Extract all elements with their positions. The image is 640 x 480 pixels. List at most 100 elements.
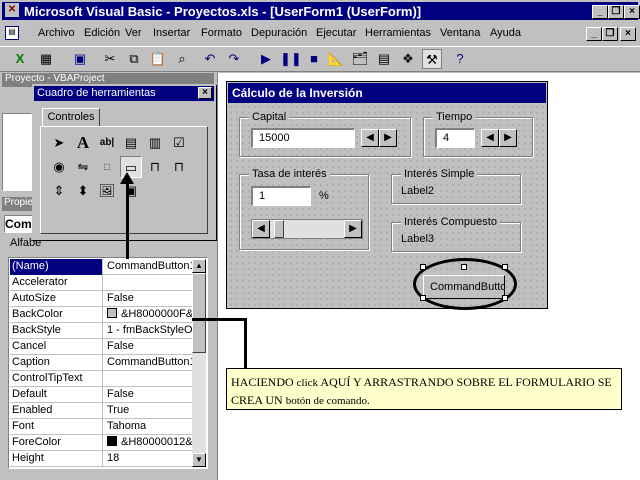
selection-handle[interactable] (502, 295, 508, 301)
menu-herramientas[interactable]: Herramientas (365, 27, 431, 39)
pointer-tool-icon[interactable]: ➤ (48, 132, 70, 154)
menu-depuracion[interactable]: Depuración (251, 27, 307, 39)
stop-icon[interactable]: ■ (304, 49, 324, 69)
image-tool-icon[interactable]: 🖼 (96, 180, 118, 202)
property-value[interactable]: True (105, 403, 192, 419)
menu-ver[interactable]: Ver (125, 27, 142, 39)
textbox-tool-icon[interactable]: ab| (96, 132, 118, 154)
togglebutton-tool-icon[interactable]: ⇋ (72, 156, 94, 178)
project-tree[interactable] (2, 113, 32, 191)
selection-handle[interactable] (420, 264, 426, 270)
excel-icon[interactable]: X (10, 49, 30, 69)
menu-ventana[interactable]: Ventana (440, 27, 480, 39)
property-row[interactable]: ForeColor &H80000012& (10, 435, 192, 451)
menu-formato[interactable]: Formato (201, 27, 242, 39)
property-row[interactable]: Accelerator (10, 275, 192, 291)
property-value[interactable]: Tahoma (105, 419, 192, 435)
app-title-bar: ✕ Microsoft Visual Basic - Proyectos.xls… (0, 0, 640, 22)
optionbutton-tool-icon[interactable]: ◉ (48, 156, 70, 178)
frame-tool-icon[interactable]: ⬚ (96, 156, 118, 178)
property-row[interactable]: Default False (10, 387, 192, 403)
property-row[interactable]: AutoSize False (10, 291, 192, 307)
scroll-up-button[interactable]: ▲ (192, 259, 206, 273)
toolbox-tab-controles[interactable]: Controles (42, 108, 100, 126)
checkbox-tool-icon[interactable]: ☑ (168, 132, 190, 154)
property-value[interactable]: False (105, 291, 192, 307)
tiempo-spin-right[interactable]: ▶ (499, 129, 517, 147)
minimize-button[interactable]: _ (592, 5, 608, 19)
find-icon[interactable]: ⌕ (172, 49, 192, 69)
property-row[interactable]: Cancel False (10, 339, 192, 355)
save-icon[interactable]: ▣ (70, 49, 90, 69)
property-row[interactable]: Font Tahoma (10, 419, 192, 435)
property-value[interactable]: CommandButton1 (105, 259, 192, 275)
property-value[interactable]: &H8000000F& (105, 307, 192, 323)
menu-archivo[interactable]: Archivo (38, 27, 75, 39)
doc-restore-button[interactable]: ❐ (602, 27, 618, 41)
property-row[interactable]: BackStyle 1 - fmBackStyleOpaque (10, 323, 192, 339)
tasa-scroll-right[interactable]: ▶ (344, 220, 362, 238)
selection-handle[interactable] (461, 264, 467, 270)
tasa-scroll-thumb[interactable] (274, 220, 284, 238)
tiempo-spin-left[interactable]: ◀ (481, 129, 499, 147)
run-icon[interactable]: ▶ (256, 49, 276, 69)
property-value[interactable] (105, 275, 192, 291)
toolbox-icon[interactable]: ⚒ (422, 49, 442, 69)
property-row[interactable]: Caption CommandButton1 (10, 355, 192, 371)
tasa-textbox[interactable]: 1 (251, 186, 311, 206)
project-explorer-icon[interactable]: 🗂 (350, 49, 370, 69)
restore-button[interactable]: ❐ (608, 5, 624, 19)
selection-handle[interactable] (502, 264, 508, 270)
capital-spin-left[interactable]: ◀ (361, 129, 379, 147)
label-tool-icon[interactable]: A (72, 132, 94, 154)
design-mode-icon[interactable]: 📐 (326, 49, 346, 69)
scroll-thumb[interactable] (192, 273, 206, 353)
property-row[interactable]: BackColor &H8000000F& (10, 307, 192, 323)
menu-edicion[interactable]: Edición (84, 27, 120, 39)
listbox-tool-icon[interactable]: ▥ (144, 132, 166, 154)
property-value[interactable]: &H80000012& (105, 435, 192, 451)
combobox-tool-icon[interactable]: ▤ (120, 132, 142, 154)
close-button[interactable]: × (624, 5, 640, 19)
capital-spin-right[interactable]: ▶ (379, 129, 397, 147)
selection-handle[interactable] (420, 295, 426, 301)
command-button[interactable]: CommandButton1 (423, 275, 505, 299)
tasa-scrollbar[interactable]: ◀ ▶ (251, 219, 363, 239)
undo-icon[interactable]: ↶ (200, 49, 220, 69)
capital-textbox[interactable]: 15000 (251, 128, 355, 148)
cut-icon[interactable]: ✂ (100, 49, 120, 69)
property-value[interactable] (105, 371, 192, 387)
property-row[interactable]: Enabled True (10, 403, 192, 419)
property-row[interactable]: Height 18 (10, 451, 192, 467)
scroll-down-button[interactable]: ▼ (192, 453, 206, 467)
menu-ayuda[interactable]: Ayuda (490, 27, 521, 39)
redo-icon[interactable]: ↷ (224, 49, 244, 69)
property-row[interactable]: (Name) CommandButton1 (10, 259, 192, 275)
tiempo-textbox[interactable]: 4 (435, 128, 475, 148)
insert-userform-icon[interactable]: ▦ (36, 49, 56, 69)
property-value[interactable]: CommandButton1 (105, 355, 192, 371)
property-row[interactable]: ControlTipText (10, 371, 192, 387)
toolbox-close-button[interactable]: × (198, 87, 212, 99)
property-value[interactable]: False (105, 387, 192, 403)
doc-close-button[interactable]: × (620, 27, 636, 41)
property-value[interactable]: False (105, 339, 192, 355)
multipage-tool-icon[interactable]: ⊓ (168, 156, 190, 178)
paste-icon[interactable]: 📋 (148, 49, 168, 69)
menu-ejecutar[interactable]: Ejecutar (316, 27, 356, 39)
tasa-scroll-left[interactable]: ◀ (252, 220, 270, 238)
menu-insertar[interactable]: Insertar (153, 27, 190, 39)
tabstrip-tool-icon[interactable]: ⊓ (144, 156, 166, 178)
property-value[interactable]: 18 (105, 451, 192, 467)
spinbutton-tool-icon[interactable]: ⬍ (72, 180, 94, 202)
pause-icon[interactable]: ❚❚ (280, 49, 302, 69)
copy-icon[interactable]: ⧉ (124, 49, 144, 69)
help-icon[interactable]: ? (450, 49, 470, 69)
property-value[interactable]: 1 - fmBackStyleOpaque (105, 323, 192, 339)
doc-minimize-button[interactable]: _ (586, 27, 602, 41)
scrollbar-tool-icon[interactable]: ⇕ (48, 180, 70, 202)
properties-window-icon[interactable]: ▤ (374, 49, 394, 69)
property-name: Font (10, 419, 103, 435)
property-scrollbar[interactable]: ▲ ▼ (192, 259, 206, 467)
object-browser-icon[interactable]: ❖ (398, 49, 418, 69)
